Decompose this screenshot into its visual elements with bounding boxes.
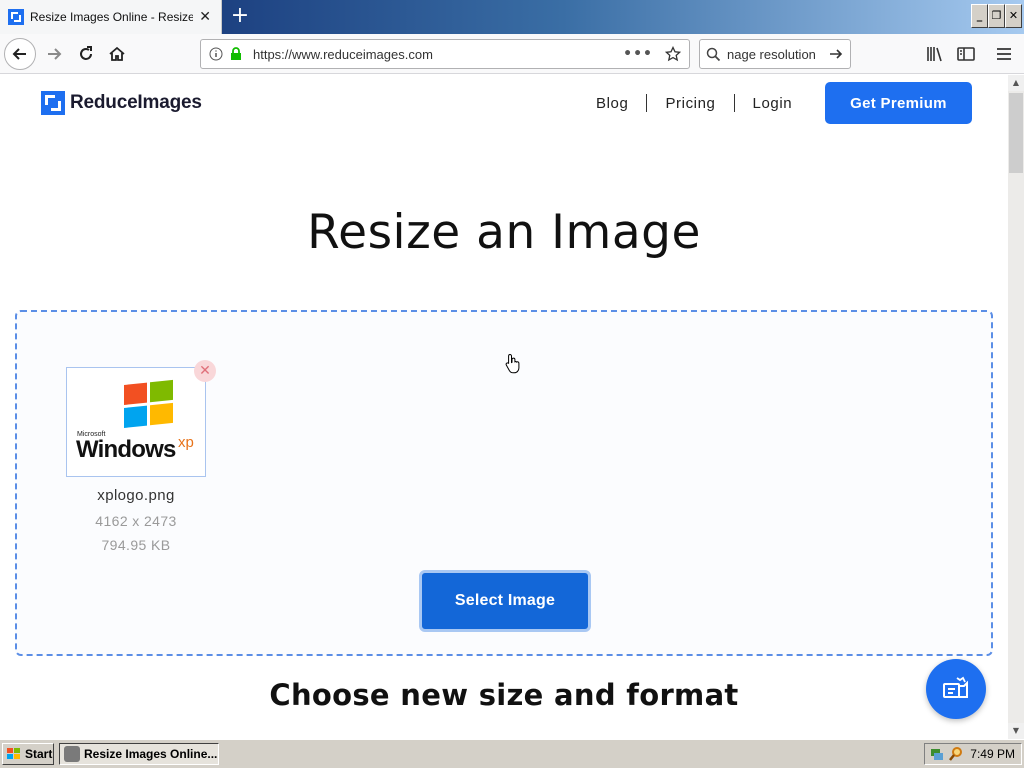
library-icon[interactable] bbox=[923, 42, 947, 66]
taskbar-window-label: Resize Images Online... bbox=[84, 747, 218, 761]
page-actions-icon[interactable]: ••• bbox=[623, 46, 653, 62]
close-window-button[interactable]: ✕ bbox=[1005, 4, 1022, 28]
forward-arrow-icon bbox=[48, 48, 62, 60]
file-name: xplogo.png bbox=[97, 487, 175, 504]
windows-taskbar: Start Resize Images Online... 7:49 PM bbox=[0, 739, 1024, 768]
tab-strip: Resize Images Online - Resize JPG ✕ + _ … bbox=[0, 0, 1024, 34]
page-scrollbar[interactable]: ▲ ▼ bbox=[1008, 75, 1024, 739]
hand-cursor-icon bbox=[505, 353, 520, 374]
feedback-button[interactable] bbox=[926, 659, 986, 719]
logo-resize-icon bbox=[41, 91, 65, 115]
address-bar[interactable]: https://www.reduceimages.com ••• bbox=[200, 39, 690, 69]
page-viewport: ReduceImages Blog Pricing Login Get Prem… bbox=[0, 75, 1008, 739]
home-icon bbox=[109, 46, 125, 61]
taskbar-window-button[interactable]: Resize Images Online... bbox=[59, 743, 219, 765]
search-input[interactable]: nage resolution bbox=[727, 47, 828, 62]
svg-text:xp: xp bbox=[178, 434, 194, 451]
scroll-up-arrow-icon[interactable]: ▲ bbox=[1008, 75, 1024, 91]
site-header: ReduceImages Blog Pricing Login Get Prem… bbox=[0, 75, 1008, 135]
back-arrow-icon bbox=[12, 48, 26, 60]
network-tray-icon[interactable] bbox=[929, 746, 945, 762]
select-image-button[interactable]: Select Image bbox=[419, 570, 591, 632]
browser-window-icon bbox=[64, 746, 80, 762]
site-logo[interactable]: ReduceImages bbox=[41, 91, 202, 115]
feedback-chat-icon bbox=[943, 676, 968, 698]
file-size: 794.95 KB bbox=[101, 537, 171, 553]
browser-tab[interactable]: Resize Images Online - Resize JPG ✕ bbox=[0, 0, 222, 34]
magnifier-tray-icon[interactable] bbox=[948, 746, 964, 762]
get-premium-button[interactable]: Get Premium bbox=[825, 82, 972, 124]
image-thumbnail: Microsoft Windows xp bbox=[66, 367, 206, 477]
section-title: Choose new size and format bbox=[269, 678, 739, 712]
url-text[interactable]: https://www.reduceimages.com bbox=[253, 47, 623, 62]
back-button[interactable] bbox=[4, 38, 36, 70]
nav-login-link[interactable]: Login bbox=[753, 95, 793, 112]
clock: 7:49 PM bbox=[970, 747, 1015, 761]
restore-button[interactable]: ❐ bbox=[988, 4, 1005, 28]
remove-image-icon[interactable]: ✕ bbox=[194, 360, 216, 382]
site-nav: Blog Pricing Login bbox=[596, 94, 792, 112]
system-tray: 7:49 PM bbox=[924, 743, 1022, 765]
start-label: Start bbox=[25, 747, 53, 761]
forward-button[interactable] bbox=[38, 38, 70, 70]
tab-close-icon[interactable]: ✕ bbox=[197, 9, 213, 25]
minimize-button[interactable]: _ bbox=[971, 4, 988, 28]
site-favicon-icon bbox=[8, 9, 24, 25]
nav-divider bbox=[646, 94, 648, 112]
home-button[interactable] bbox=[101, 38, 133, 70]
windows-flag-icon bbox=[7, 748, 20, 759]
logo-text: ReduceImages bbox=[70, 92, 202, 113]
windows-xp-logo-image: Microsoft Windows xp bbox=[76, 379, 194, 463]
navigation-toolbar: https://www.reduceimages.com ••• nage re… bbox=[0, 34, 1024, 74]
page-title: Resize an Image bbox=[307, 205, 701, 260]
info-icon[interactable] bbox=[209, 47, 223, 61]
nav-pricing-link[interactable]: Pricing bbox=[665, 95, 715, 112]
go-arrow-icon[interactable] bbox=[828, 46, 844, 62]
sidebar-icon[interactable] bbox=[954, 42, 978, 66]
scroll-thumb[interactable] bbox=[1009, 93, 1023, 173]
nav-blog-link[interactable]: Blog bbox=[596, 95, 628, 112]
image-drop-zone[interactable]: Microsoft Windows xp ✕ xplogo.png 4162 x… bbox=[15, 310, 993, 656]
search-bar[interactable]: nage resolution bbox=[699, 39, 851, 69]
svg-text:Windows: Windows bbox=[76, 436, 176, 463]
start-button[interactable]: Start bbox=[2, 743, 54, 765]
bookmark-star-icon[interactable] bbox=[665, 46, 681, 62]
lock-icon[interactable] bbox=[229, 47, 243, 61]
reload-button[interactable] bbox=[70, 38, 102, 70]
nav-divider bbox=[733, 94, 735, 112]
search-icon bbox=[706, 47, 721, 61]
tab-title: Resize Images Online - Resize JPG bbox=[30, 10, 194, 24]
scroll-down-arrow-icon[interactable]: ▼ bbox=[1008, 723, 1024, 739]
reload-icon bbox=[80, 46, 92, 60]
file-dimensions: 4162 x 2473 bbox=[95, 513, 177, 529]
menu-icon[interactable] bbox=[992, 42, 1016, 66]
new-tab-button[interactable]: + bbox=[226, 3, 254, 31]
